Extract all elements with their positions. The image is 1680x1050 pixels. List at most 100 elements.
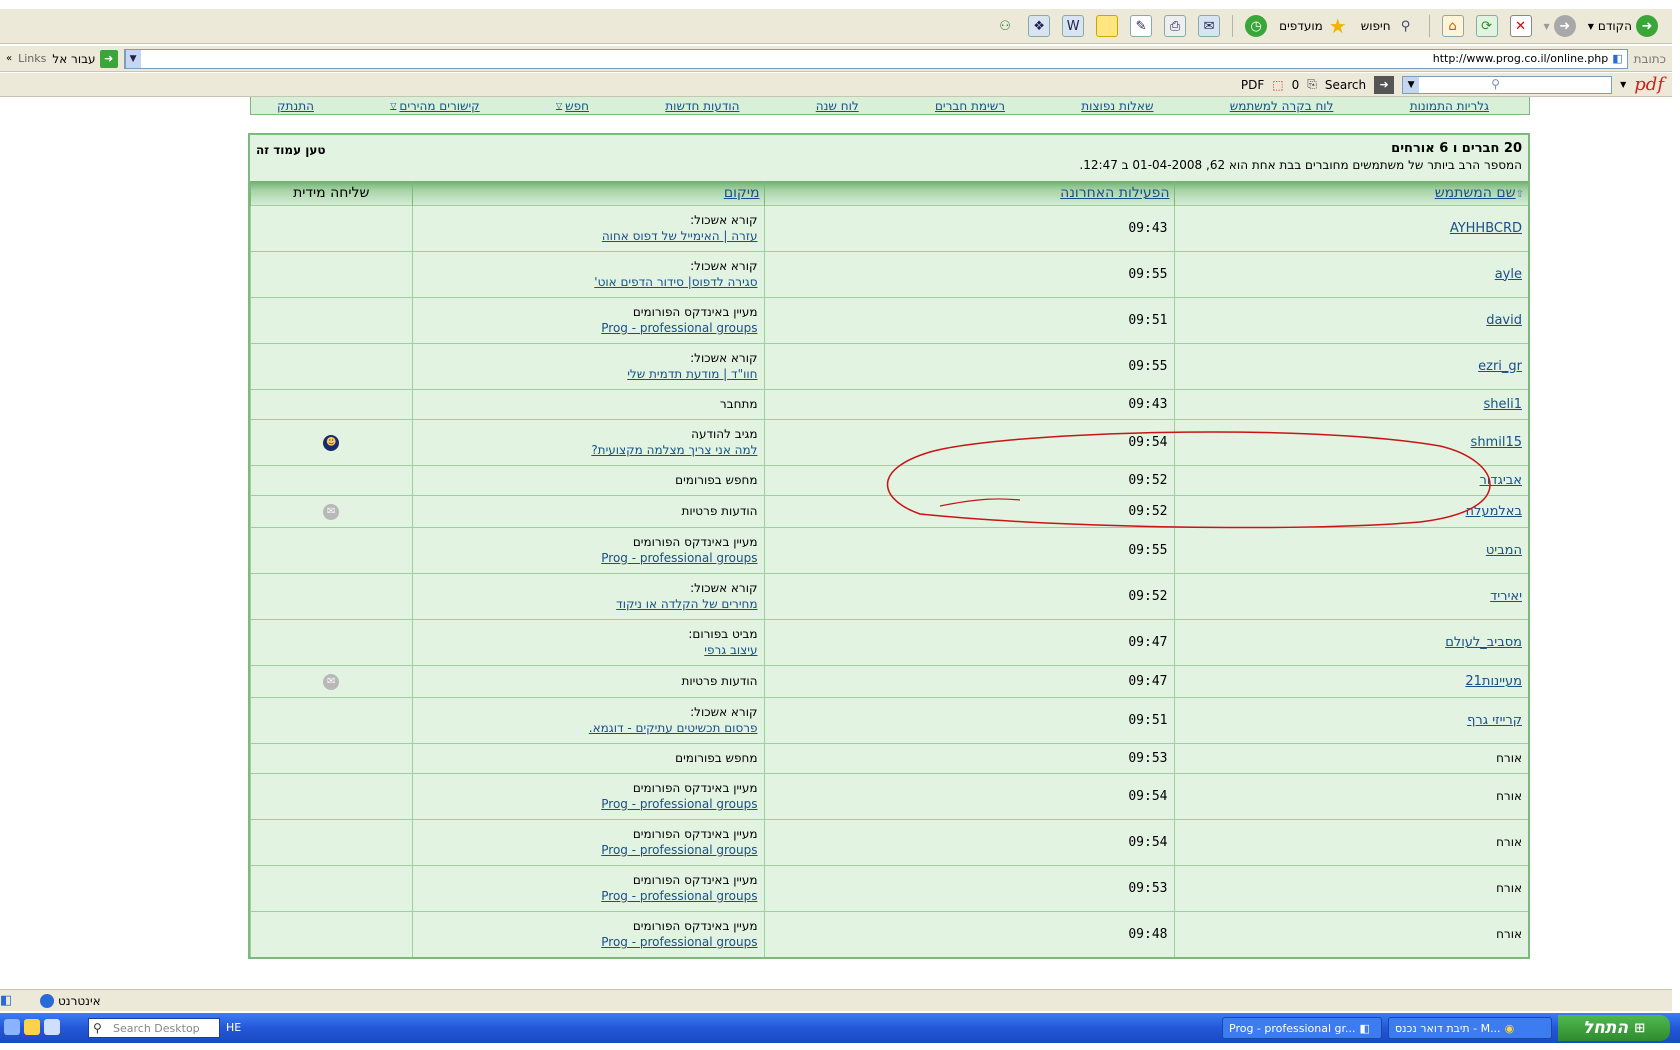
task-inbox[interactable]: תיבת דואר נכנס - M... ◉ bbox=[1388, 1017, 1552, 1039]
table-row: אורח 09:54 מעיין באינדקס הפורומים Prog - pr… bbox=[250, 818, 1528, 865]
discuss-button[interactable] bbox=[1092, 12, 1122, 40]
cell-username: אורח bbox=[1173, 910, 1528, 957]
location-link[interactable]: Prog - professional groups bbox=[419, 843, 757, 857]
cell-location: מעיין באינדקס הפורומים Prog - professiona… bbox=[411, 910, 764, 957]
mail-button[interactable]: ✉ bbox=[1194, 12, 1224, 40]
username-link[interactable]: אביגדור bbox=[1480, 473, 1522, 488]
chevron-down-icon[interactable]: ▼ bbox=[124, 49, 141, 68]
header-location[interactable]: מיקום bbox=[411, 181, 764, 205]
chevron-right-icon[interactable]: » bbox=[6, 53, 12, 64]
nav-quick-links[interactable]: קישורים מהירים ▽ bbox=[390, 99, 479, 113]
user-icon[interactable]: ☻ bbox=[323, 434, 340, 451]
search-go-icon[interactable]: ➜ bbox=[1374, 75, 1395, 94]
edit-button[interactable]: ✎ bbox=[1126, 12, 1156, 40]
username-link[interactable]: ayle bbox=[1495, 267, 1522, 282]
start-button[interactable]: ⊞ התחל bbox=[1558, 1015, 1670, 1041]
pdf-search-input[interactable]: ▼ ⚲ bbox=[1402, 75, 1613, 94]
favorites-button[interactable]: ★ מועדפים bbox=[1275, 12, 1353, 40]
cell-last-activity: 09:53 bbox=[763, 864, 1174, 911]
cell-username: אורח bbox=[1173, 772, 1528, 819]
word-button[interactable]: W bbox=[1058, 12, 1088, 40]
username-link[interactable]: באלמעלה bbox=[1466, 504, 1522, 519]
location-text: קורא אשכול: bbox=[690, 705, 758, 719]
location-link[interactable]: Prog - professional groups bbox=[419, 797, 757, 811]
chevron-down-icon[interactable]: ▼ bbox=[1403, 76, 1420, 93]
cell-instant-message bbox=[250, 772, 412, 819]
language-indicator[interactable]: HE bbox=[226, 1021, 241, 1034]
arrow-icon[interactable] bbox=[44, 1019, 60, 1035]
cell-location: הודעות פרטיות bbox=[411, 664, 764, 697]
nav-gallery[interactable]: גלריות התמונות bbox=[1410, 99, 1489, 113]
cell-instant-message bbox=[250, 618, 412, 665]
desktop-search-input[interactable]: ⚲ Search Desktop bbox=[88, 1018, 220, 1038]
username-link[interactable]: מסביב_לעולם bbox=[1445, 635, 1522, 650]
header-username-label[interactable]: שם המשתמש bbox=[1435, 185, 1516, 201]
chevron-down-icon[interactable]: ▼ bbox=[1620, 80, 1626, 89]
username-link[interactable]: sheli1 bbox=[1483, 397, 1522, 412]
nav-search[interactable]: חפש ▽ bbox=[556, 99, 589, 113]
nav-logout[interactable]: התנתק bbox=[277, 99, 314, 113]
header-last-activity-label[interactable]: הפעילות האחרונה bbox=[1060, 185, 1169, 201]
print-button[interactable]: ⎙ bbox=[1160, 12, 1190, 40]
cell-last-activity: 09:54 bbox=[763, 418, 1174, 465]
username-link[interactable]: המביט bbox=[1486, 543, 1522, 558]
username-link[interactable]: יאיריד bbox=[1490, 589, 1522, 604]
location-link[interactable]: סגירה לדפוס| סידור הדפים אוט' bbox=[419, 275, 757, 289]
history-button[interactable]: ◷ bbox=[1241, 12, 1271, 40]
nav-calendar[interactable]: לוח שנה bbox=[816, 99, 859, 113]
location-link[interactable]: למה אני צריך מצלמה מקצועית? bbox=[419, 443, 757, 457]
status-bar: ◧ אינטרנט bbox=[0, 989, 1672, 1011]
cell-location: הודעות פרטיות bbox=[411, 494, 764, 527]
username-link[interactable]: shmil15 bbox=[1471, 435, 1522, 450]
location-link[interactable]: מחירים של הקלדה או ניקוד bbox=[419, 597, 757, 611]
username-link[interactable]: מעיינות21 bbox=[1465, 674, 1522, 689]
stop-button[interactable]: ✕ bbox=[1506, 12, 1536, 40]
location-link[interactable]: עיצוב גרפי bbox=[419, 643, 757, 657]
table-row: אורח 09:48 מעיין באינדקס הפורומים Prog - pr… bbox=[250, 910, 1528, 957]
refresh-button[interactable]: ⟳ bbox=[1472, 12, 1502, 40]
location-link[interactable]: חוו"ד | מודעת תדמית שלי bbox=[419, 367, 757, 381]
location-link[interactable]: Prog - professional groups bbox=[419, 935, 757, 949]
cell-instant-message bbox=[250, 910, 412, 957]
pdf-page-icon: ⎘ bbox=[1307, 77, 1317, 91]
location-link[interactable]: עזרה | האימייל של דפוס אחוה bbox=[419, 229, 758, 243]
reload-page-link[interactable]: טען עמוד זה bbox=[256, 143, 326, 157]
username-link[interactable]: ezri_gr bbox=[1478, 359, 1522, 374]
cell-username: ezri_gr bbox=[1173, 342, 1528, 389]
home-button[interactable]: ⌂ bbox=[1438, 12, 1468, 40]
location-link[interactable]: פרסום תכשיטים עתיקים - דוגמא. bbox=[419, 721, 758, 735]
location-link[interactable]: Prog - professional groups bbox=[419, 321, 757, 335]
messenger-button[interactable]: ⚇ bbox=[990, 12, 1020, 40]
message-icon[interactable]: ✉ bbox=[323, 503, 340, 520]
nav-user-cp[interactable]: לוח בקרה למשתמש bbox=[1230, 99, 1334, 113]
username-link[interactable]: david bbox=[1486, 313, 1522, 328]
username-text: אורח bbox=[1496, 927, 1522, 942]
go-button[interactable]: ➜ עבור אל bbox=[52, 49, 118, 68]
desktop-icon[interactable] bbox=[4, 1019, 20, 1035]
address-input[interactable]: http://www.prog.co.il/online.php ◧ ▼ bbox=[123, 48, 1628, 69]
nav-new-posts[interactable]: הודעות חדשות bbox=[665, 99, 739, 113]
location-link[interactable]: Prog - professional groups bbox=[419, 889, 757, 903]
nav-faq[interactable]: שאלות נפוצות bbox=[1081, 99, 1153, 113]
header-last-activity[interactable]: הפעילות האחרונה bbox=[763, 181, 1174, 205]
nav-members[interactable]: רשימת חברים bbox=[935, 99, 1005, 113]
pdf-search-label[interactable]: Search bbox=[1325, 78, 1366, 92]
location-link[interactable]: Prog - professional groups bbox=[419, 551, 757, 565]
url-text: http://www.prog.co.il/online.php bbox=[1432, 52, 1609, 65]
cell-location: קורא אשכול: פרסום תכשיטים עתיקים - דוגמא. bbox=[411, 696, 764, 743]
outlook-icon[interactable] bbox=[24, 1019, 40, 1035]
pdf-label[interactable]: PDF bbox=[1241, 78, 1264, 92]
header-location-label[interactable]: מיקום bbox=[724, 185, 760, 201]
username-link[interactable]: קרייזי גרף bbox=[1467, 713, 1522, 728]
table-row: AYHHBCRD 09:43 קורא אשכול: עזרה | האימייל ש… bbox=[250, 204, 1528, 251]
search-button[interactable]: ⚲ חיפוש bbox=[1357, 12, 1421, 40]
links-button[interactable]: Links bbox=[18, 52, 46, 65]
header-username[interactable]: ⇧שם המשתמש bbox=[1173, 181, 1528, 205]
forward-button[interactable]: ➜ ▼ bbox=[1540, 12, 1580, 40]
username-link[interactable]: AYHHBCRD bbox=[1450, 221, 1522, 236]
cell-instant-message: ✉ bbox=[250, 494, 412, 527]
research-button[interactable]: ❖ bbox=[1024, 12, 1054, 40]
task-prog[interactable]: Prog - professional gr... ◧ bbox=[1222, 1017, 1382, 1039]
back-button[interactable]: ➜ הקודם ▼ bbox=[1584, 12, 1662, 40]
message-icon[interactable]: ✉ bbox=[323, 673, 340, 690]
